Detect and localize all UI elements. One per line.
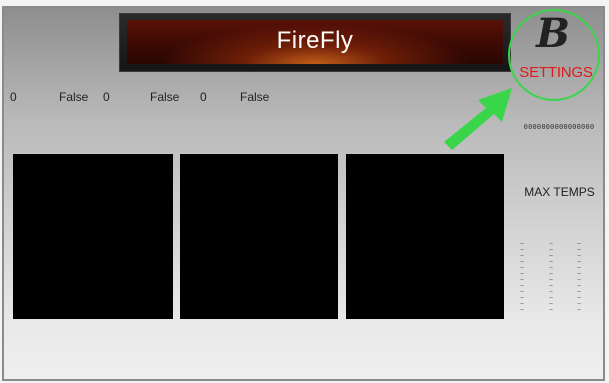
display-panel-2 bbox=[180, 154, 338, 319]
app-title: FireFly bbox=[276, 27, 354, 54]
status-row: 0 False 0 False 0 False bbox=[4, 90, 324, 110]
green-arrow-icon bbox=[444, 88, 512, 150]
display-panel-3 bbox=[346, 154, 504, 319]
brand-logo-icon[interactable]: B bbox=[521, 10, 585, 58]
status-flag-2: False bbox=[150, 90, 180, 104]
display-panel-1 bbox=[13, 154, 173, 319]
title-banner: FireFly bbox=[119, 13, 511, 72]
temp-column-2: – – – – – – – – – – – – bbox=[549, 241, 553, 313]
status-value-2: 0 bbox=[103, 90, 110, 104]
status-value-1: 0 bbox=[10, 90, 17, 104]
max-temps-label: MAX TEMPS bbox=[524, 185, 595, 199]
status-flag-3: False bbox=[240, 90, 270, 104]
digit-readout: 0000000000000000 bbox=[523, 123, 595, 131]
settings-button[interactable]: SETTINGS bbox=[510, 64, 602, 81]
status-flag-1: False bbox=[59, 90, 89, 104]
temp-column-1: – – – – – – – – – – – – bbox=[520, 241, 524, 313]
temp-column-3: – – – – – – – – – – – – bbox=[577, 241, 581, 313]
status-value-3: 0 bbox=[200, 90, 207, 104]
